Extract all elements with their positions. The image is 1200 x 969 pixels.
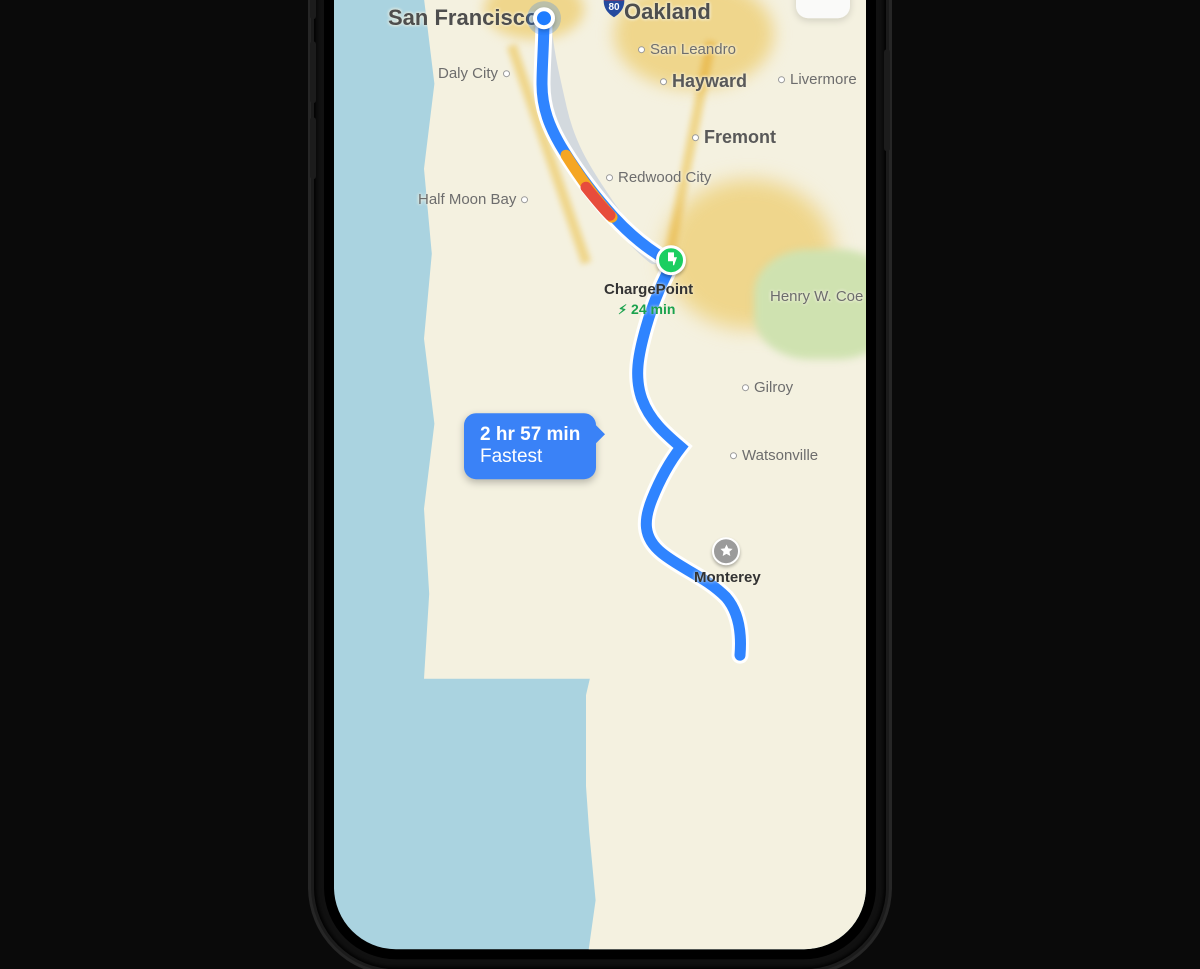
volume-up-button: [310, 41, 316, 103]
land-mass: [424, 0, 684, 679]
map-screen[interactable]: 9:41: [334, 0, 866, 949]
volume-down-button: [310, 117, 316, 179]
map-controls: [796, 0, 850, 18]
route-eta-callout[interactable]: 2 hr 57 min Fastest: [464, 413, 596, 480]
charge-stop-name: ChargePoint: [604, 281, 693, 298]
charge-stop-pin[interactable]: [656, 245, 686, 275]
power-button: [884, 49, 890, 151]
park-area: [754, 249, 866, 359]
mute-switch: [310, 0, 316, 19]
route-qualifier: Fastest: [480, 446, 580, 468]
destination-pin[interactable]: [712, 537, 740, 565]
map-locate-button[interactable]: [796, 0, 850, 18]
locate-arrow-icon: [812, 0, 834, 5]
phone-frame: 9:41: [314, 0, 886, 969]
route-eta: 2 hr 57 min: [480, 424, 580, 446]
charge-stop-duration: ⚡︎ 24 min: [618, 301, 675, 318]
bolt-icon: ⚡︎: [618, 302, 627, 317]
current-location-marker[interactable]: [533, 7, 555, 29]
highway-shield-icon: 80: [602, 0, 626, 19]
destination-name: Monterey: [694, 569, 761, 586]
